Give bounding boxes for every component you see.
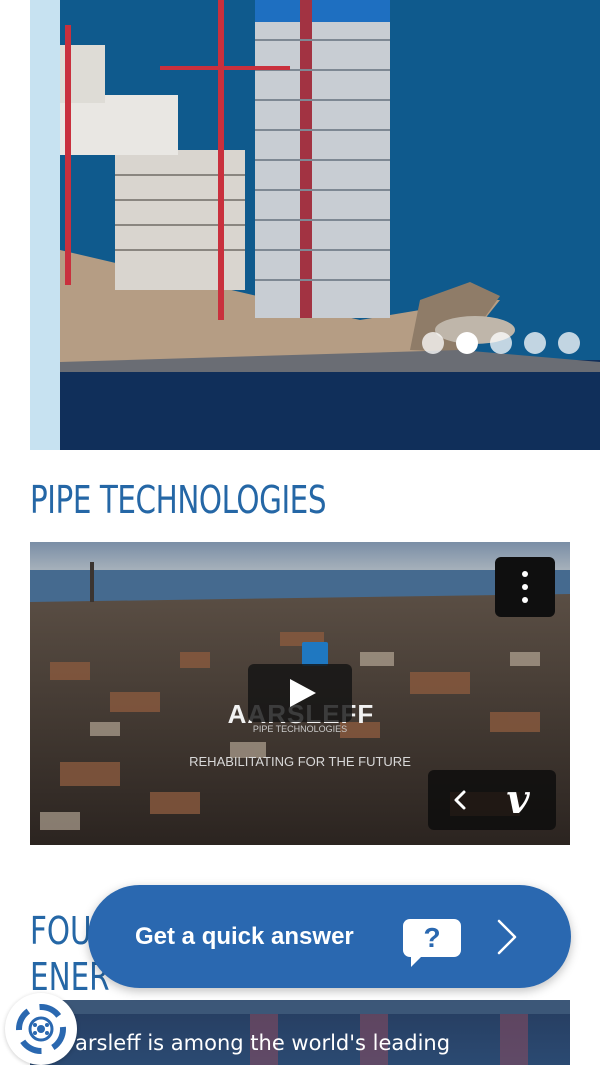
chat-button-label: Get a quick answer — [135, 923, 354, 950]
quick-answer-chat-button[interactable]: Get a quick answer ? — [88, 885, 571, 988]
carousel-dot-5[interactable] — [558, 332, 580, 354]
chevron-right-icon — [497, 919, 517, 955]
video-logo-subtitle: PIPE TECHNOLOGIES — [252, 724, 348, 734]
support-widget-button[interactable] — [5, 993, 77, 1065]
video-play-button[interactable] — [248, 664, 352, 722]
video-controls: v — [428, 770, 556, 830]
carousel-dot-2[interactable] — [456, 332, 478, 354]
carousel-pagination — [422, 332, 580, 354]
chevron-left-icon[interactable] — [446, 784, 474, 816]
next-section-teaser-text: arsleff is among the world's leading — [75, 1031, 451, 1055]
vimeo-icon[interactable]: v — [496, 778, 540, 822]
hero-carousel — [30, 0, 600, 450]
carousel-dot-3[interactable] — [490, 332, 512, 354]
video-player[interactable]: AARSLEFF PIPE TECHNOLOGIES REHABILITATIN… — [30, 542, 570, 845]
section-title: PIPE TECHNOLOGIES — [30, 478, 327, 522]
video-more-options-button[interactable] — [495, 557, 555, 617]
aarsleff-logo-icon — [302, 642, 328, 666]
next-section-title-line1: FOU — [30, 909, 92, 953]
video-tagline: REHABILITATING FOR THE FUTURE — [189, 754, 411, 769]
question-bubble-icon: ? — [403, 919, 461, 967]
lifebuoy-icon — [16, 1004, 66, 1054]
hero-slide-image[interactable] — [60, 0, 600, 450]
carousel-dot-1[interactable] — [422, 332, 444, 354]
hero-photo — [60, 0, 600, 450]
carousel-dot-4[interactable] — [524, 332, 546, 354]
